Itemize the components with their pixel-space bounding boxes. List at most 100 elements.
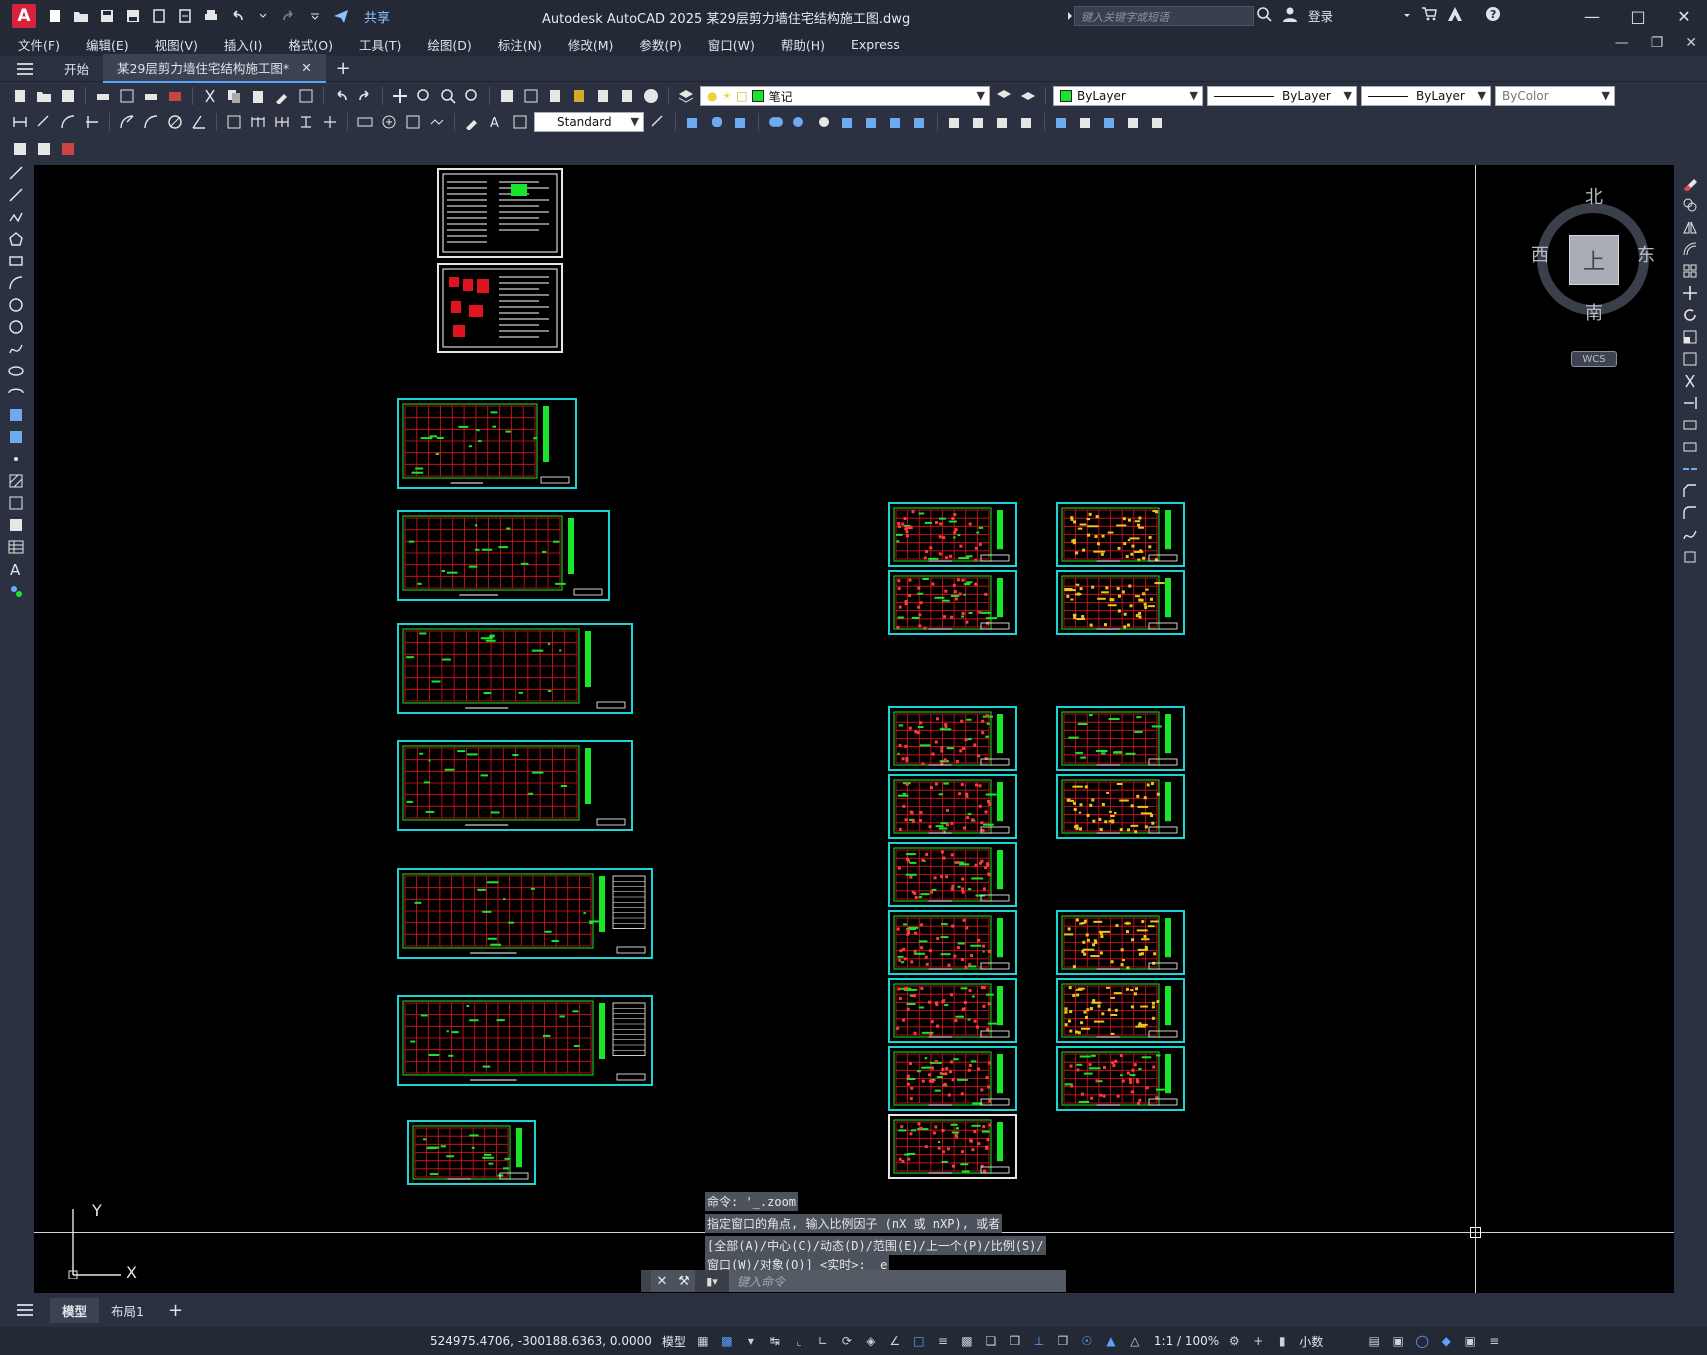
line-icon[interactable]	[7, 164, 25, 182]
polar-icon[interactable]: ⟳	[838, 1332, 856, 1350]
offset-icon[interactable]	[1681, 240, 1699, 258]
insert-block-icon[interactable]	[7, 406, 25, 424]
cut-icon[interactable]	[200, 86, 220, 106]
compass-north[interactable]: 北	[1585, 183, 1603, 209]
plot-icon[interactable]	[202, 7, 220, 25]
workspace-gear-icon[interactable]: ⚙	[1225, 1332, 1243, 1350]
drawing-sheet[interactable]	[888, 502, 1017, 567]
drawing-sheet[interactable]	[888, 570, 1017, 635]
drawing-sheet[interactable]	[1056, 774, 1185, 839]
dynamic-ucs-icon[interactable]: ⊥	[1030, 1332, 1048, 1350]
matchprop-icon[interactable]	[272, 86, 292, 106]
share-icon[interactable]	[332, 7, 350, 25]
tab-start[interactable]: 开始	[50, 55, 103, 82]
rotate-3d-icon[interactable]	[1076, 112, 1096, 132]
undo-tb-icon[interactable]	[331, 86, 351, 106]
sheetset-icon[interactable]	[569, 86, 589, 106]
toolpalettes-icon[interactable]	[545, 86, 565, 106]
dim-space-icon[interactable]	[296, 112, 316, 132]
ortho-icon[interactable]: ∟	[814, 1332, 832, 1350]
spline-icon[interactable]	[7, 340, 25, 358]
gradient-icon[interactable]	[7, 494, 25, 512]
polyline-icon[interactable]	[7, 208, 25, 226]
extend-icon[interactable]	[1681, 394, 1699, 412]
region-icon[interactable]	[7, 516, 25, 534]
selection-cycling-icon[interactable]: ❏	[982, 1332, 1000, 1350]
drawing-sheet[interactable]	[888, 774, 1017, 839]
transparency-icon[interactable]: ▩	[958, 1332, 976, 1350]
mirror-icon[interactable]	[1681, 218, 1699, 236]
dim-ordinate-icon[interactable]	[82, 112, 102, 132]
zoom-window-icon[interactable]	[438, 86, 458, 106]
drawing-sheet[interactable]	[888, 706, 1017, 771]
graphics-performance-icon[interactable]: ◆	[1437, 1332, 1455, 1350]
hatch-icon[interactable]	[7, 472, 25, 490]
fillet-edge-icon[interactable]	[969, 112, 989, 132]
align-3d-icon[interactable]	[1100, 112, 1120, 132]
extrude-icon[interactable]	[731, 112, 751, 132]
inspect-icon[interactable]	[403, 112, 423, 132]
move-3d-icon[interactable]	[1052, 112, 1072, 132]
dim-angular-icon[interactable]	[189, 112, 209, 132]
units-icon[interactable]: ▮	[1273, 1332, 1291, 1350]
ellipse-icon[interactable]	[7, 362, 25, 380]
box-icon[interactable]	[683, 112, 703, 132]
drawing-sheet[interactable]	[397, 510, 610, 601]
break-icon[interactable]	[1681, 438, 1699, 456]
array-3d-icon[interactable]	[1148, 112, 1168, 132]
layer-previous-icon[interactable]	[1018, 86, 1038, 106]
dim-diameter-icon[interactable]	[165, 112, 185, 132]
rectangle-icon[interactable]	[7, 252, 25, 270]
presspull-icon[interactable]	[910, 112, 930, 132]
preview-icon[interactable]	[117, 86, 137, 106]
drawing-sheet[interactable]	[1056, 978, 1185, 1043]
units-dropdown[interactable]: 小数	[1299, 1333, 1359, 1350]
drawing-sheet[interactable]	[397, 398, 577, 489]
dimstyle-manager-icon[interactable]	[648, 112, 668, 132]
break-at-point-icon[interactable]	[1681, 416, 1699, 434]
copy-object-icon[interactable]	[1681, 196, 1699, 214]
save-as-icon[interactable]	[124, 7, 142, 25]
drawing-sheet[interactable]	[437, 168, 563, 258]
cart-icon[interactable]	[1421, 6, 1437, 25]
viewcube-top-face[interactable]: 上	[1569, 235, 1619, 285]
drawing-sheet[interactable]	[437, 263, 563, 353]
layer-dropdown[interactable]: ● ☀ □ 笔记 ▼	[700, 86, 990, 106]
tab-model[interactable]: 模型	[50, 1297, 100, 1323]
publish-dwf-icon[interactable]	[58, 139, 78, 159]
trim-icon[interactable]	[1681, 372, 1699, 390]
drawing-area[interactable]: 北 南 东 西 上 WCS Y X	[34, 165, 1674, 1293]
annotation-scale[interactable]: 1:1 / 100%	[1154, 1334, 1219, 1348]
3d-osnap-icon[interactable]: ❒	[1006, 1332, 1024, 1350]
drawing-sheet[interactable]	[1056, 910, 1185, 975]
table-icon[interactable]	[7, 538, 25, 556]
snap-icon[interactable]: ▩	[718, 1332, 736, 1350]
menu-dimension[interactable]: 标注(N)	[498, 35, 542, 54]
object-snap-icon[interactable]: □	[910, 1332, 928, 1350]
polygon-icon[interactable]	[7, 230, 25, 248]
markup-icon[interactable]	[593, 86, 613, 106]
undo-dropdown-icon[interactable]	[254, 7, 272, 25]
field-update-icon[interactable]	[34, 139, 54, 159]
add-selected-icon[interactable]	[7, 582, 25, 600]
zoom-previous-icon[interactable]	[462, 86, 482, 106]
tab-drawing[interactable]: 某29层剪力墙住宅结构施工图* ✕	[103, 54, 326, 83]
command-input[interactable]: 键入命令	[729, 1270, 1066, 1292]
isometric-icon[interactable]: ◈	[862, 1332, 880, 1350]
mirror-3d-icon[interactable]	[1124, 112, 1144, 132]
compass-east[interactable]: 东	[1637, 241, 1655, 267]
dim-text-edit-icon[interactable]: A	[486, 112, 506, 132]
quick-dim-icon[interactable]	[224, 112, 244, 132]
model-space-button[interactable]: 模型	[662, 1333, 686, 1350]
dim-radius-icon[interactable]	[117, 112, 137, 132]
drawing-sheet[interactable]	[888, 910, 1017, 975]
lineweight-icon[interactable]: ≡	[934, 1332, 952, 1350]
drawing-sheet[interactable]	[888, 1046, 1017, 1111]
dim-jogged-icon[interactable]	[141, 112, 161, 132]
dim-arc-icon[interactable]	[58, 112, 78, 132]
drawing-sheet[interactable]	[888, 1114, 1017, 1179]
jogged-linear-icon[interactable]	[427, 112, 447, 132]
search-input[interactable]: 键入关键字或短语	[1074, 6, 1254, 26]
drawing-sheet[interactable]	[397, 995, 653, 1086]
quick-properties-icon[interactable]: ▤	[1365, 1332, 1383, 1350]
